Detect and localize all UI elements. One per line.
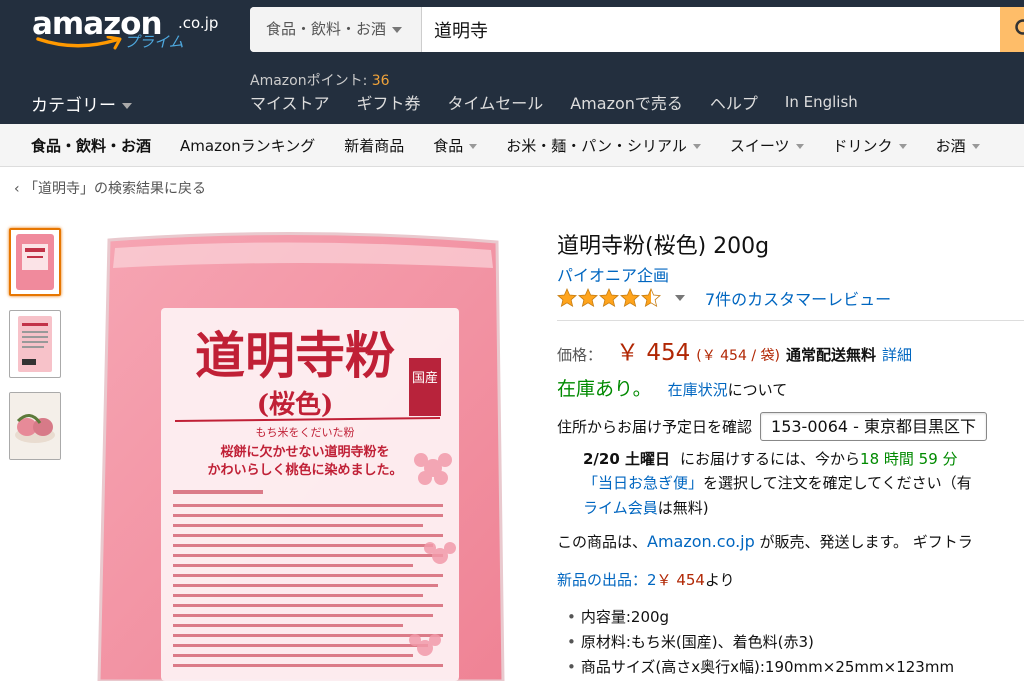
search-category-dropdown[interactable]: 食品・飲料・お酒 bbox=[250, 7, 422, 52]
feature-bullet: 商品サイズ(高さx奥行x幅):190mm×25mm×123mm bbox=[567, 656, 954, 681]
prime-member-line: ライム会員は無料) bbox=[583, 497, 709, 518]
feature-bullet: 原材料:もち米(国産)、着色料(赤3) bbox=[567, 631, 954, 656]
nav-link-sell[interactable]: Amazonで売る bbox=[570, 90, 683, 114]
chevron-down-icon bbox=[392, 27, 402, 33]
points-label: Amazonポイント: bbox=[250, 73, 372, 89]
brand-link[interactable]: パイオニア企画 bbox=[557, 262, 669, 286]
thumbnail-sakuramochi-image bbox=[10, 393, 60, 459]
package-desc-line2: かわいらしく桃色に染めました。 bbox=[207, 462, 402, 478]
category-menu-label: カテゴリー bbox=[31, 96, 116, 116]
subnav-item-new[interactable]: 新着商品 bbox=[344, 135, 404, 156]
stock-status-link[interactable]: 在庫状況 bbox=[668, 379, 728, 400]
delivery-row: 住所からお届け予定日を確認 153-0064 - 東京都目黒区下 bbox=[557, 412, 987, 441]
search-category-label: 食品・飲料・お酒 bbox=[266, 20, 386, 38]
seller-line: この商品は、Amazon.co.jp が販売、発送します。 ギフトラ bbox=[557, 531, 973, 552]
price-label: 価格： bbox=[557, 344, 602, 365]
nav-link-help[interactable]: ヘルプ bbox=[710, 90, 758, 114]
search-bar: 食品・飲料・お酒 bbox=[250, 7, 1024, 52]
search-icon bbox=[1014, 18, 1024, 40]
thumbnail-bag-image bbox=[11, 230, 59, 294]
header-nav: マイストア ギフト券 タイムセール Amazonで売る ヘルプ In Engli… bbox=[250, 90, 885, 114]
package-desc-line1: 桜餅に欠かせない道明寺粉を bbox=[220, 444, 389, 460]
thumbnail-2[interactable] bbox=[9, 310, 61, 378]
customer-reviews-link[interactable]: 7件のカスタマーレビュー bbox=[705, 286, 891, 310]
thumbnail-3[interactable] bbox=[9, 392, 61, 460]
nav-link-mystore[interactable]: マイストア bbox=[250, 90, 330, 114]
product-title: 道明寺粉(桜色) 200g bbox=[557, 228, 769, 260]
rating-row: 7件のカスタマーレビュー bbox=[557, 287, 891, 309]
express-delivery-line: 「当日お急ぎ便」を選択して注文を確定してください（有 bbox=[583, 472, 972, 493]
delivery-eta: 2/20 土曜日にお届けするには、今から18 時間 59 分 bbox=[583, 448, 958, 469]
search-button[interactable] bbox=[1000, 7, 1024, 52]
nav-link-giftcard[interactable]: ギフト券 bbox=[357, 90, 421, 114]
nav-link-timesale[interactable]: タイムセール bbox=[448, 90, 544, 114]
amazon-points[interactable]: Amazonポイント: 36 bbox=[250, 70, 390, 90]
amazon-logo[interactable]: amazon .co.jp プライム bbox=[32, 6, 212, 52]
new-offers-link[interactable]: 新品の出品：2 bbox=[557, 571, 657, 589]
back-to-results-link[interactable]: ‹ 「道明寺」の検索結果に戻る bbox=[14, 178, 206, 198]
eta-countdown: 18 時間 59 分 bbox=[860, 450, 957, 468]
new-offers-line[interactable]: 新品の出品：2￥ 454より bbox=[557, 569, 735, 590]
express-text: を選択して注文を確定してください（有 bbox=[703, 474, 972, 492]
package-name: 道明寺粉 bbox=[195, 326, 395, 385]
stock-status-suffix: について bbox=[728, 379, 788, 400]
logo-prime: プライム bbox=[124, 31, 184, 52]
seller-suffix: が販売、発送します。 ギフトラ bbox=[755, 533, 973, 551]
feature-bullet: 内容量:200g bbox=[567, 606, 954, 631]
subnav-item-alcohol[interactable]: お酒 bbox=[936, 135, 980, 156]
seller-prefix: この商品は、 bbox=[557, 533, 647, 551]
address-selector[interactable]: 153-0064 - 東京都目黒区下 bbox=[760, 412, 987, 441]
price-row: 価格： ￥ 454 (￥ 454 / 袋) 通常配送無料 詳細 bbox=[557, 333, 912, 367]
nav-link-english[interactable]: In English bbox=[785, 93, 858, 111]
category-subnav: 食品・飲料・お酒 Amazonランキング 新着商品 食品 お米・麺・パン・シリア… bbox=[0, 124, 1024, 167]
in-stock-label: 在庫あり。 bbox=[557, 374, 652, 401]
points-value: 36 bbox=[372, 73, 390, 89]
subnav-item-food[interactable]: 食品 bbox=[433, 135, 477, 156]
free-shipping-label: 通常配送無料 bbox=[786, 344, 876, 365]
divider bbox=[557, 320, 1024, 321]
star-rating-icon bbox=[557, 288, 661, 308]
eta-date: 2/20 土曜日 bbox=[583, 450, 670, 468]
rating-stars[interactable] bbox=[557, 288, 661, 308]
thumbnail-back-image bbox=[10, 311, 60, 377]
package-variant: (桜色) bbox=[257, 389, 334, 420]
product-main-image[interactable]: 国産 道明寺粉 (桜色) もち米をくだいた粉 桜餅に欠かせない道明寺粉を かわい… bbox=[95, 228, 507, 681]
rating-dropdown-chevron-icon[interactable] bbox=[675, 295, 685, 301]
subnav-item-ranking[interactable]: Amazonランキング bbox=[180, 135, 315, 156]
subnav-item-food-drink[interactable]: 食品・飲料・お酒 bbox=[31, 135, 151, 156]
seller-link[interactable]: Amazon.co.jp bbox=[647, 532, 755, 551]
delivery-label: 住所からお届け予定日を確認 bbox=[557, 416, 752, 437]
unit-price: (￥ 454 / 袋) bbox=[696, 345, 780, 365]
prime-member-link[interactable]: ライム会員 bbox=[583, 499, 658, 517]
subnav-item-sweets[interactable]: スイーツ bbox=[730, 135, 804, 156]
package-illustration: 国産 道明寺粉 (桜色) もち米をくだいた粉 桜餅に欠かせない道明寺粉を かわい… bbox=[95, 228, 507, 681]
new-offers-suffix: より bbox=[705, 571, 735, 589]
prime-text: は無料) bbox=[658, 499, 709, 517]
eta-text: にお届けするには、今から bbox=[680, 450, 860, 468]
feature-bullets: 内容量:200g 原材料:もち米(国産)、着色料(赤3) 商品サイズ(高さx奥行… bbox=[567, 606, 954, 681]
chevron-down-icon bbox=[122, 103, 132, 109]
smile-arrow-icon bbox=[36, 36, 126, 50]
new-offers-price: ￥ 454 bbox=[657, 571, 705, 589]
category-menu[interactable]: カテゴリー bbox=[31, 91, 132, 116]
top-header: amazon .co.jp プライム 食品・飲料・お酒 Amazonポイント: … bbox=[0, 0, 1024, 124]
logo-tld: .co.jp bbox=[178, 14, 218, 32]
stock-row: 在庫あり。 在庫状況 について bbox=[557, 374, 787, 401]
package-origin: 国産 bbox=[412, 370, 438, 386]
thumbnail-1[interactable] bbox=[9, 228, 61, 296]
package-tagline: もち米をくだいた粉 bbox=[256, 426, 355, 439]
price-amount: ￥ 454 bbox=[616, 333, 690, 367]
subnav-item-rice-noodles[interactable]: お米・麺・パン・シリアル bbox=[506, 135, 701, 156]
shipping-details-link[interactable]: 詳細 bbox=[882, 344, 912, 365]
subnav-item-drinks[interactable]: ドリンク bbox=[833, 135, 907, 156]
same-day-delivery-link[interactable]: 「当日お急ぎ便」 bbox=[583, 474, 703, 492]
search-input[interactable] bbox=[422, 7, 1000, 52]
